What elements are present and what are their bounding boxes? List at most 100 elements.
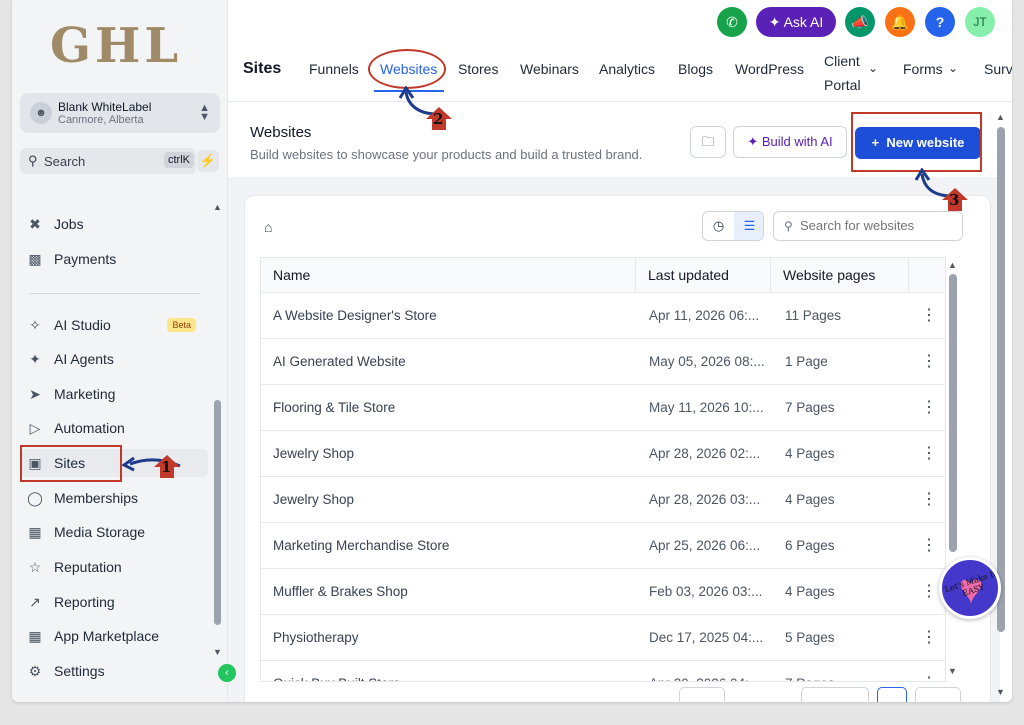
lets-make-it-easy-badge[interactable]: ♥ Let's Make It EASY (939, 557, 1001, 619)
sidebar-item-reputation[interactable]: ☆ Reputation (24, 553, 208, 581)
website-name[interactable]: Physiotherapy (273, 615, 633, 661)
sidebar-item-payments[interactable]: ▩ Payments (24, 245, 208, 273)
website-name[interactable]: Marketing Merchandise Store (273, 523, 633, 569)
tab-stores[interactable]: Stores (458, 61, 498, 77)
search-label: Search (44, 154, 86, 169)
sidebar-item-ai-studio[interactable]: ✧ AI Studio Beta (24, 311, 208, 339)
ask-ai-button[interactable]: ✦ Ask AI (756, 7, 836, 37)
sidebar-item-memberships[interactable]: ◯ Memberships (24, 484, 208, 512)
new-folder-button[interactable]: 🗀 (690, 126, 726, 158)
table-row[interactable]: Muffler & Brakes Shop Feb 03, 2026 03:..… (261, 568, 945, 615)
column-header-last-updated[interactable]: Last updated (636, 258, 771, 292)
tab-blogs[interactable]: Blogs (678, 61, 713, 77)
website-name[interactable]: Jewelry Shop (273, 431, 633, 477)
window-scroll-up-icon[interactable]: ▲ (996, 112, 1005, 122)
top-header: ✆ ✦ Ask AI 📣 🔔 ? JT Sites Funnels Websit… (228, 0, 1012, 102)
tab-funnels[interactable]: Funnels (309, 61, 359, 77)
more-options-icon[interactable]: ⋮ (921, 661, 937, 681)
website-name[interactable]: Quick Buy Built Store (273, 661, 633, 681)
automation-icon: ▷ (29, 419, 41, 436)
website-search-input[interactable] (800, 218, 958, 233)
more-options-icon[interactable]: ⋮ (921, 523, 937, 569)
column-header-actions (909, 258, 945, 292)
home-icon[interactable]: ⌂ (264, 219, 272, 235)
website-name[interactable]: Jewelry Shop (273, 477, 633, 523)
table-scrollbar[interactable] (949, 274, 957, 552)
more-options-icon[interactable]: ⋮ (921, 293, 937, 339)
phone-icon[interactable]: ✆ (717, 7, 747, 37)
website-name[interactable]: AI Generated Website (273, 339, 633, 385)
tab-forms[interactable]: Forms (903, 61, 943, 77)
sidebar-scroll-down-icon[interactable]: ▼ (213, 647, 222, 657)
table-row[interactable]: Marketing Merchandise Store Apr 25, 2026… (261, 522, 945, 569)
sidebar-item-jobs[interactable]: ✖ Jobs (24, 210, 208, 238)
more-options-icon[interactable]: ⋮ (921, 431, 937, 477)
collapse-sidebar-icon[interactable]: ‹ (218, 664, 236, 682)
sidebar-item-settings[interactable]: ⚙ Settings (24, 657, 208, 685)
tab-analytics[interactable]: Analytics (599, 61, 655, 77)
bell-icon[interactable]: 🔔 (885, 7, 915, 37)
pagination-next-button[interactable] (915, 687, 961, 702)
megaphone-icon[interactable]: 📣 (845, 7, 875, 37)
column-header-website-pages[interactable]: Website pages (771, 258, 909, 292)
website-name[interactable]: Muffler & Brakes Shop (273, 569, 633, 615)
window-scroll-down-icon[interactable]: ▼ (996, 687, 1005, 697)
table-row[interactable]: Flooring & Tile Store May 11, 2026 10:..… (261, 384, 945, 431)
website-name[interactable]: Flooring & Tile Store (273, 385, 633, 431)
page-size-select[interactable] (679, 687, 725, 702)
sidebar-item-label: Settings (54, 663, 105, 679)
sidebar-item-label: Reporting (54, 594, 115, 610)
window-scrollbar[interactable] (997, 127, 1005, 632)
table-row[interactable]: A Website Designer's Store Apr 11, 2026 … (261, 292, 945, 339)
list-view-icon[interactable]: ☰ (734, 212, 763, 240)
user-avatar[interactable]: JT (965, 7, 995, 37)
table-row[interactable]: Jewelry Shop Apr 28, 2026 03:... 4 Pages… (261, 476, 945, 523)
annotation-highlight-new-website (851, 112, 982, 172)
chevron-down-icon[interactable]: ⌄ (868, 61, 878, 75)
sidebar-item-reporting[interactable]: ↗ Reporting (24, 588, 208, 616)
tab-surveys[interactable]: Surv (984, 61, 1012, 77)
sidebar-scrollbar[interactable] (214, 400, 221, 625)
sidebar-item-media-storage[interactable]: ▦ Media Storage (24, 518, 208, 546)
table-row[interactable]: Jewelry Shop Apr 28, 2026 02:... 4 Pages… (261, 430, 945, 477)
last-updated: Apr 25, 2026 06:... (649, 538, 761, 553)
table-row[interactable]: Quick Buy Built Store Apr 30, 2026 04:..… (261, 660, 945, 681)
sidebar-item-app-marketplace[interactable]: ▦ App Marketplace (24, 622, 208, 650)
help-icon[interactable]: ? (925, 7, 955, 37)
chevron-up-down-icon: ▲ ▼ (199, 102, 210, 123)
annotation-highlight-sites (20, 445, 122, 482)
website-search[interactable]: ⚲ (773, 211, 963, 241)
tab-wordpress[interactable]: WordPress (735, 61, 804, 77)
more-options-icon[interactable]: ⋮ (921, 385, 937, 431)
table-row[interactable]: AI Generated Website May 05, 2026 08:...… (261, 338, 945, 385)
tab-client-portal[interactable]: Client Portal (824, 49, 866, 97)
sidebar-item-ai-agents[interactable]: ✦ AI Agents (24, 345, 208, 373)
pagination-current-page[interactable] (877, 687, 907, 702)
sidebar-scroll-up-icon[interactable]: ▲ (213, 202, 222, 212)
pagination-prev-button[interactable] (801, 687, 869, 702)
sidebar-item-automation[interactable]: ▷ Automation (24, 414, 208, 442)
send-icon: ➤ (29, 385, 41, 402)
section-title: Sites (243, 60, 282, 77)
tab-webinars[interactable]: Webinars (520, 61, 579, 77)
more-options-icon[interactable]: ⋮ (921, 569, 937, 615)
table-scroll-down-icon[interactable]: ▼ (948, 666, 957, 676)
table-scroll-up-icon[interactable]: ▲ (948, 260, 957, 270)
build-with-ai-label: Build with AI (761, 134, 833, 149)
column-header-name[interactable]: Name (261, 258, 636, 292)
clock-icon[interactable]: ◷ (703, 212, 734, 240)
quick-actions-bolt-icon[interactable]: ⚡ (197, 150, 219, 172)
sidebar-item-marketing[interactable]: ➤ Marketing (24, 380, 208, 408)
website-name[interactable]: A Website Designer's Store (273, 293, 633, 339)
more-options-icon[interactable]: ⋮ (921, 615, 937, 661)
chevron-down-icon[interactable]: ⌄ (948, 61, 958, 75)
sidebar-search[interactable]: ⚲ Search ctrlK (20, 148, 196, 174)
account-switcher[interactable]: ☻ Blank WhiteLabel Canmore, Alberta ▲ ▼ (20, 93, 220, 133)
search-icon: ⚲ (28, 153, 38, 168)
build-with-ai-button[interactable]: ✦ Build with AI (733, 126, 847, 158)
more-options-icon[interactable]: ⋮ (921, 339, 937, 385)
sidebar-divider (30, 293, 200, 294)
table-row[interactable]: Physiotherapy Dec 17, 2025 04:... 5 Page… (261, 614, 945, 661)
more-options-icon[interactable]: ⋮ (921, 477, 937, 523)
last-updated: Apr 28, 2026 03:... (649, 492, 761, 507)
